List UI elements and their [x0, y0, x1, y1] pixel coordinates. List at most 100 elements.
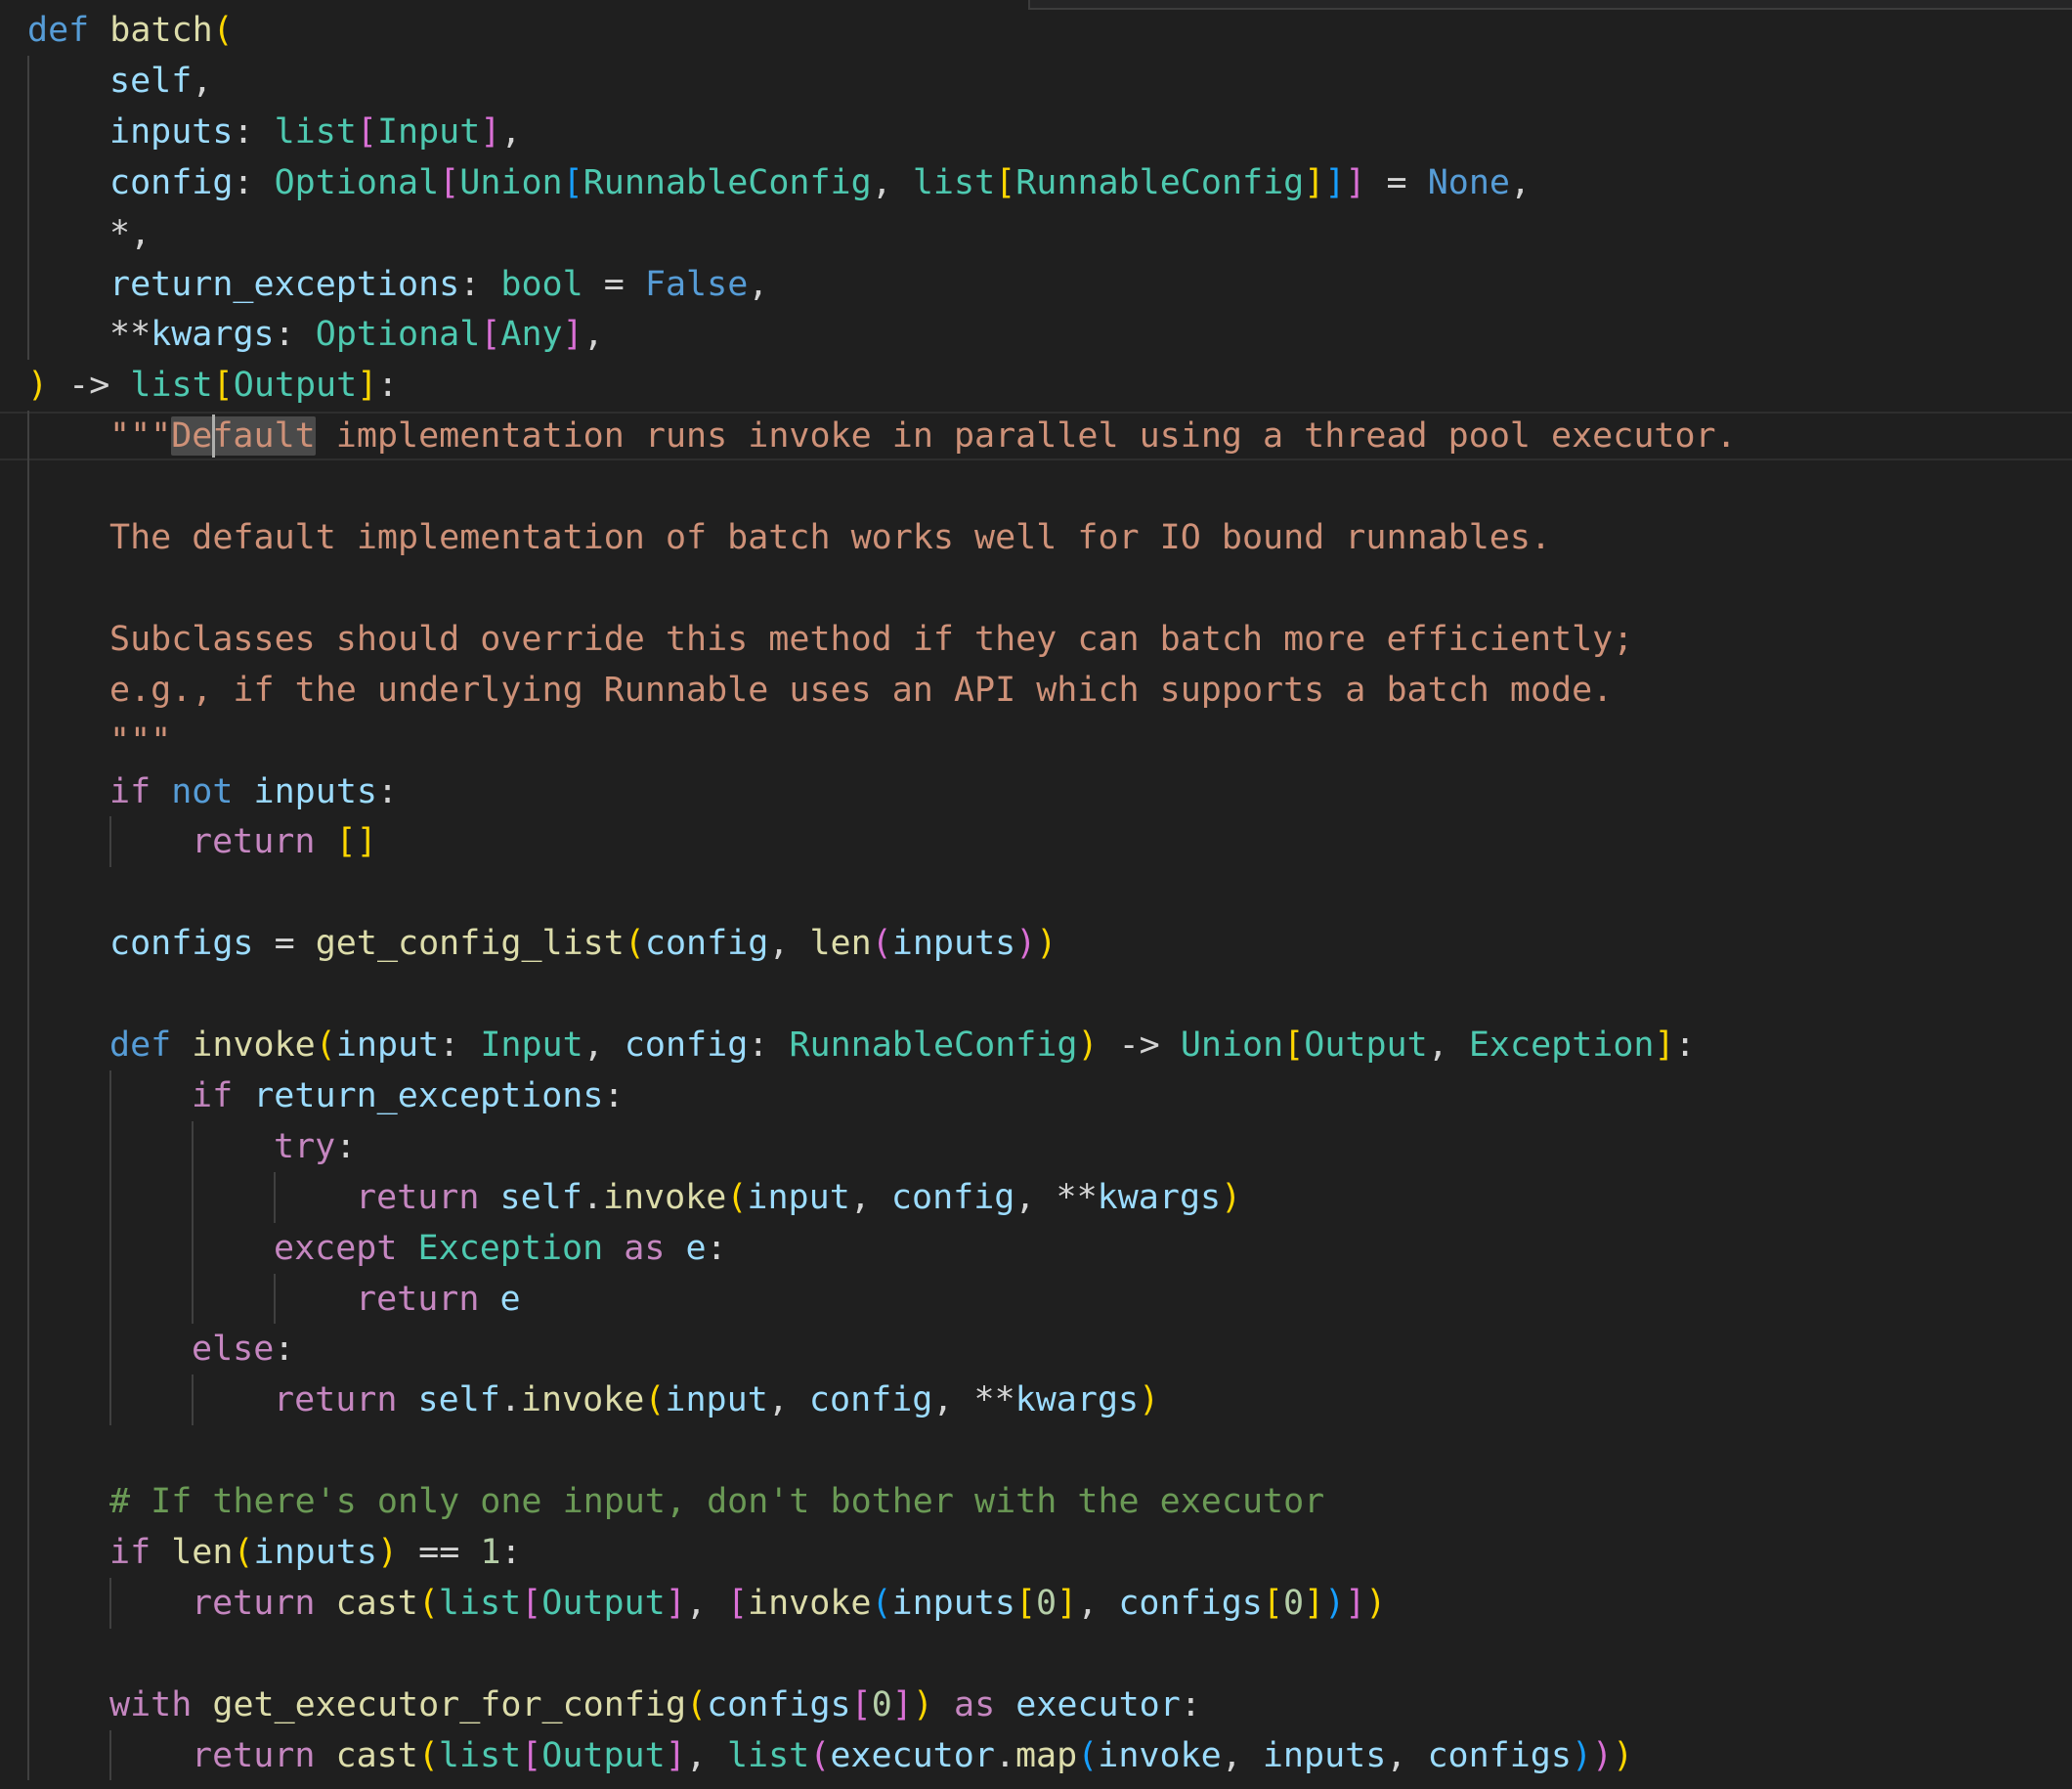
code-token: e.g., if the underlying Runnable uses an…	[109, 670, 1614, 710]
code-token: Any	[500, 315, 563, 355]
code-token: 0	[871, 1684, 892, 1724]
code-line[interactable]: """Default implementation runs invoke in…	[109, 411, 1737, 461]
code-line[interactable]: # If there's only one input, don't bothe…	[109, 1476, 1324, 1527]
code-token: ,	[871, 162, 913, 202]
indent-guide	[192, 1120, 194, 1325]
code-token: :	[748, 1025, 790, 1065]
code-token: 1	[480, 1533, 501, 1572]
code-line[interactable]: except Exception as e:	[274, 1223, 727, 1274]
code-line[interactable]: return e	[356, 1274, 521, 1325]
code-token: , **	[1014, 1177, 1098, 1217]
code-line[interactable]: return self.invoke(input, config, **kwar…	[356, 1172, 1241, 1223]
code-token: 0	[1282, 1583, 1305, 1623]
code-token: :	[377, 366, 399, 406]
code-token: executor	[1015, 1684, 1181, 1724]
code-line[interactable]: if len(inputs) == 1:	[109, 1527, 522, 1578]
code-token: Union	[459, 162, 563, 202]
code-line[interactable]: try:	[274, 1121, 356, 1172]
text-cursor	[212, 415, 216, 458]
code-token: return	[192, 822, 316, 862]
code-token: get_config_list	[315, 924, 625, 964]
code-line[interactable]: ) -> list[Output]:	[27, 360, 398, 411]
code-token: (	[871, 924, 892, 964]
code-token: self	[109, 61, 193, 101]
code-line[interactable]: configs = get_config_list(config, len(in…	[109, 918, 1057, 969]
code-line[interactable]: """	[109, 716, 171, 766]
code-token: [	[480, 315, 501, 355]
code-line[interactable]: def batch(	[27, 5, 234, 56]
code-token: []	[335, 822, 377, 862]
code-token: not	[171, 771, 234, 811]
code-token: (	[233, 1533, 254, 1572]
code-token: ]	[1324, 162, 1346, 202]
code-token: kwargs	[151, 315, 275, 355]
code-line[interactable]: if return_exceptions:	[192, 1070, 625, 1121]
code-line[interactable]: inputs: list[Input],	[109, 107, 521, 157]
code-token: invoke	[192, 1025, 316, 1065]
indent-guide	[274, 1273, 276, 1325]
code-line[interactable]: **kwargs: Optional[Any],	[109, 309, 604, 360]
code-token: (	[809, 1735, 831, 1775]
code-token: Optional	[315, 315, 481, 355]
code-token: [	[439, 162, 460, 202]
code-line[interactable]: def invoke(input: Input, config: Runnabl…	[109, 1020, 1696, 1070]
code-token: kwargs	[1097, 1177, 1222, 1217]
code-token: ,	[767, 1380, 809, 1420]
code-token: [	[995, 162, 1016, 202]
code-token: e	[499, 1279, 521, 1319]
code-line[interactable]: with get_executor_for_config(configs[0])…	[109, 1680, 1201, 1730]
code-line[interactable]: return cast(list[Output], list(executor.…	[192, 1730, 1633, 1781]
code-token: [	[850, 1684, 872, 1724]
code-token: list	[130, 366, 213, 406]
code-token: )	[1365, 1583, 1387, 1623]
code-line[interactable]: config: Optional[Union[RunnableConfig, l…	[109, 157, 1531, 208]
find-widget-edge	[1028, 0, 2072, 10]
code-line[interactable]: return cast(list[Output], [invoke(inputs…	[192, 1578, 1386, 1629]
code-token: )	[1036, 924, 1058, 964]
code-token: )	[27, 366, 49, 406]
code-editor[interactable]: def batch(self, inputs: list[Input], confi…	[0, 0, 2072, 1789]
code-token: :	[274, 1330, 295, 1370]
code-token: list	[726, 1735, 810, 1775]
code-token: =	[583, 264, 645, 304]
code-line[interactable]: return self.invoke(input, config, **kwar…	[274, 1374, 1159, 1425]
code-token: return	[356, 1279, 480, 1319]
code-token: as	[954, 1684, 996, 1724]
code-line[interactable]: The default implementation of batch work…	[109, 512, 1551, 563]
code-token: with	[109, 1684, 193, 1724]
code-token: 0	[1036, 1583, 1058, 1623]
code-token: .	[499, 1380, 521, 1420]
code-line[interactable]: else:	[192, 1324, 294, 1374]
code-token: except	[274, 1228, 398, 1268]
code-token: )	[1221, 1177, 1242, 1217]
code-token: None	[1427, 162, 1510, 202]
code-token: (	[644, 1380, 666, 1420]
code-line[interactable]: self,	[109, 56, 212, 107]
code-token: )	[1015, 924, 1037, 964]
code-token: ]	[665, 1583, 686, 1623]
code-token: input	[747, 1177, 850, 1217]
code-line[interactable]: return_exceptions: bool = False,	[109, 259, 768, 310]
code-token: :	[439, 1025, 481, 1065]
code-token: """	[109, 416, 172, 457]
code-token: (	[726, 1177, 748, 1217]
code-line[interactable]: e.g., if the underlying Runnable uses an…	[109, 665, 1613, 716]
code-line[interactable]: if not inputs:	[109, 766, 398, 817]
code-line[interactable]: Subclasses should override this method i…	[109, 614, 1633, 665]
code-token: ]	[562, 315, 583, 355]
code-token: config	[890, 1177, 1015, 1217]
code-token: list	[912, 162, 996, 202]
code-token: (	[212, 11, 234, 50]
code-token: return	[356, 1177, 480, 1217]
code-token: False	[644, 264, 749, 304]
code-line[interactable]: *,	[109, 208, 151, 259]
code-line[interactable]: return []	[192, 816, 377, 867]
code-token: Union	[1180, 1025, 1284, 1065]
code-token: implementation runs invoke in parallel u…	[315, 416, 1737, 457]
code-token: ]	[1304, 162, 1325, 202]
